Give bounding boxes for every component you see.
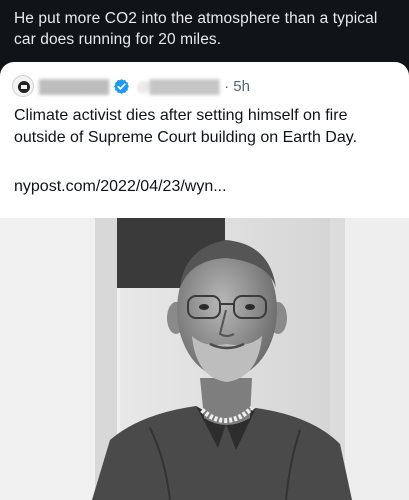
tweet-body-text: Climate activist dies after setting hims… (14, 107, 358, 146)
portrait-photo (0, 218, 409, 500)
tweet-author-row[interactable]: ████████ @████████ · 5h (12, 74, 250, 98)
embedded-tweet-card[interactable]: ████████ @████████ · 5h Climate activist… (0, 62, 409, 500)
quote-comment-text: He put more CO2 into the atmosphere than… (14, 10, 378, 48)
tweet-photo[interactable] (0, 218, 409, 500)
verified-badge-icon (113, 78, 129, 94)
avatar[interactable] (12, 75, 34, 97)
author-name[interactable]: ████████ (39, 79, 109, 94)
tweet-link[interactable]: nypost.com/2022/04/23/wyn... (14, 176, 227, 198)
tweet-timestamp[interactable]: · 5h (224, 78, 250, 95)
tweet-screenshot: He put more CO2 into the atmosphere than… (0, 0, 409, 500)
author-handle[interactable]: @████████ (137, 79, 220, 94)
